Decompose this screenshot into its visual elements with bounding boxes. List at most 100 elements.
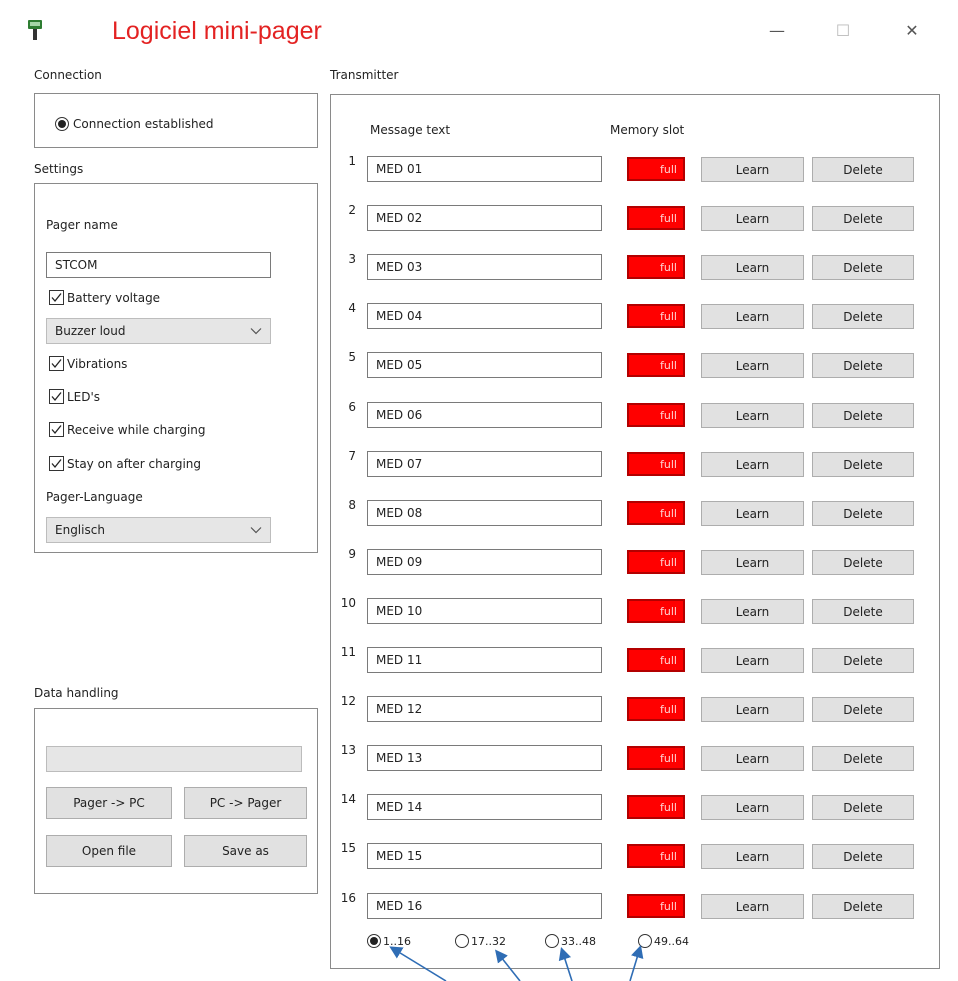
row-number: 6 [348, 400, 356, 414]
connection-status-radio[interactable]: Connection established [55, 117, 214, 131]
message-text-input[interactable]: MED 09 [367, 549, 602, 575]
memory-slot-indicator: full [627, 403, 685, 427]
message-text-input[interactable]: MED 01 [367, 156, 602, 182]
delete-button[interactable]: Delete [812, 648, 914, 673]
learn-button[interactable]: Learn [701, 697, 804, 722]
delete-button[interactable]: Delete [812, 304, 914, 329]
learn-button[interactable]: Learn [701, 452, 804, 477]
memory-slot-indicator: full [627, 599, 685, 623]
message-text-input[interactable]: MED 07 [367, 451, 602, 477]
learn-button[interactable]: Learn [701, 746, 804, 771]
row-number: 14 [340, 792, 356, 806]
stay-on-checkbox[interactable]: Stay on after charging [49, 456, 201, 471]
message-text-input[interactable]: MED 13 [367, 745, 602, 771]
memory-slot-indicator: full [627, 353, 685, 377]
battery-voltage-checkbox[interactable]: Battery voltage [49, 290, 160, 305]
pc-to-pager-button[interactable]: PC -> Pager [184, 787, 307, 819]
app-icon [28, 20, 42, 40]
memory-slot-indicator: full [627, 255, 685, 279]
delete-button[interactable]: Delete [812, 157, 914, 182]
delete-button[interactable]: Delete [812, 403, 914, 428]
receive-while-charging-label: Receive while charging [67, 422, 206, 437]
memory-slot-indicator: full [627, 648, 685, 672]
learn-button[interactable]: Learn [701, 157, 804, 182]
save-as-button[interactable]: Save as [184, 835, 307, 867]
learn-button[interactable]: Learn [701, 550, 804, 575]
pager-name-input[interactable]: STCOM [46, 252, 271, 278]
delete-button[interactable]: Delete [812, 697, 914, 722]
buzzer-select-value: Buzzer loud [55, 324, 126, 338]
checkbox-checked-icon[interactable] [49, 456, 64, 471]
checkbox-checked-icon[interactable] [49, 290, 64, 305]
learn-button[interactable]: Learn [701, 894, 804, 919]
learn-button[interactable]: Learn [701, 255, 804, 280]
open-file-button[interactable]: Open file [46, 835, 172, 867]
delete-button[interactable]: Delete [812, 206, 914, 231]
delete-button[interactable]: Delete [812, 599, 914, 624]
delete-button[interactable]: Delete [812, 452, 914, 477]
memory-slot-indicator: full [627, 550, 685, 574]
row-number: 5 [348, 350, 356, 364]
message-text-input[interactable]: MED 12 [367, 696, 602, 722]
memory-slot-indicator: full [627, 894, 685, 918]
delete-button[interactable]: Delete [812, 795, 914, 820]
memory-slot-indicator: full [627, 452, 685, 476]
pager-name-label: Pager name [46, 218, 118, 232]
message-text-input[interactable]: MED 03 [367, 254, 602, 280]
row-number: 7 [348, 449, 356, 463]
learn-button[interactable]: Learn [701, 403, 804, 428]
learn-button[interactable]: Learn [701, 795, 804, 820]
memory-slot-indicator: full [627, 157, 685, 181]
checkbox-checked-icon[interactable] [49, 356, 64, 371]
leds-checkbox[interactable]: LED's [49, 389, 100, 404]
message-text-input[interactable]: MED 15 [367, 843, 602, 869]
pager-to-pc-button[interactable]: Pager -> PC [46, 787, 172, 819]
delete-button[interactable]: Delete [812, 550, 914, 575]
row-number: 13 [340, 743, 356, 757]
learn-button[interactable]: Learn [701, 599, 804, 624]
pager-language-select[interactable]: Englisch [46, 517, 271, 543]
maximize-button[interactable]: ☐ [832, 20, 854, 42]
message-text-input[interactable]: MED 02 [367, 205, 602, 231]
delete-button[interactable]: Delete [812, 353, 914, 378]
row-number: 11 [340, 645, 356, 659]
row-number: 3 [348, 252, 356, 266]
message-text-input[interactable]: MED 14 [367, 794, 602, 820]
message-text-input[interactable]: MED 04 [367, 303, 602, 329]
vibrations-checkbox[interactable]: Vibrations [49, 356, 127, 371]
learn-button[interactable]: Learn [701, 501, 804, 526]
learn-button[interactable]: Learn [701, 206, 804, 231]
data-handling-group-label: Data handling [34, 686, 119, 700]
learn-button[interactable]: Learn [701, 844, 804, 869]
learn-button[interactable]: Learn [701, 304, 804, 329]
message-text-input[interactable]: MED 05 [367, 352, 602, 378]
row-number: 2 [348, 203, 356, 217]
receive-while-charging-checkbox[interactable]: Receive while charging [49, 422, 206, 437]
vibrations-label: Vibrations [67, 356, 128, 371]
close-button[interactable]: ✕ [901, 20, 923, 42]
checkbox-checked-icon[interactable] [49, 389, 64, 404]
minimize-button[interactable]: — [766, 20, 788, 42]
delete-button[interactable]: Delete [812, 894, 914, 919]
message-text-column-header: Message text [370, 123, 451, 137]
message-text-input[interactable]: MED 16 [367, 893, 602, 919]
memory-slot-indicator: full [627, 206, 685, 230]
connection-radio-icon[interactable] [55, 117, 69, 131]
message-text-input[interactable]: MED 11 [367, 647, 602, 673]
delete-button[interactable]: Delete [812, 255, 914, 280]
delete-button[interactable]: Delete [812, 501, 914, 526]
learn-button[interactable]: Learn [701, 648, 804, 673]
pager-language-value: Englisch [55, 523, 105, 537]
message-text-input[interactable]: MED 06 [367, 402, 602, 428]
delete-button[interactable]: Delete [812, 844, 914, 869]
settings-group-label: Settings [34, 162, 84, 176]
radio-icon[interactable] [367, 934, 381, 948]
row-number: 12 [340, 694, 356, 708]
buzzer-select[interactable]: Buzzer loud [46, 318, 271, 344]
checkbox-checked-icon[interactable] [49, 422, 64, 437]
learn-button[interactable]: Learn [701, 353, 804, 378]
message-text-input[interactable]: MED 08 [367, 500, 602, 526]
delete-button[interactable]: Delete [812, 746, 914, 771]
message-text-input[interactable]: MED 10 [367, 598, 602, 624]
memory-slot-indicator: full [627, 746, 685, 770]
